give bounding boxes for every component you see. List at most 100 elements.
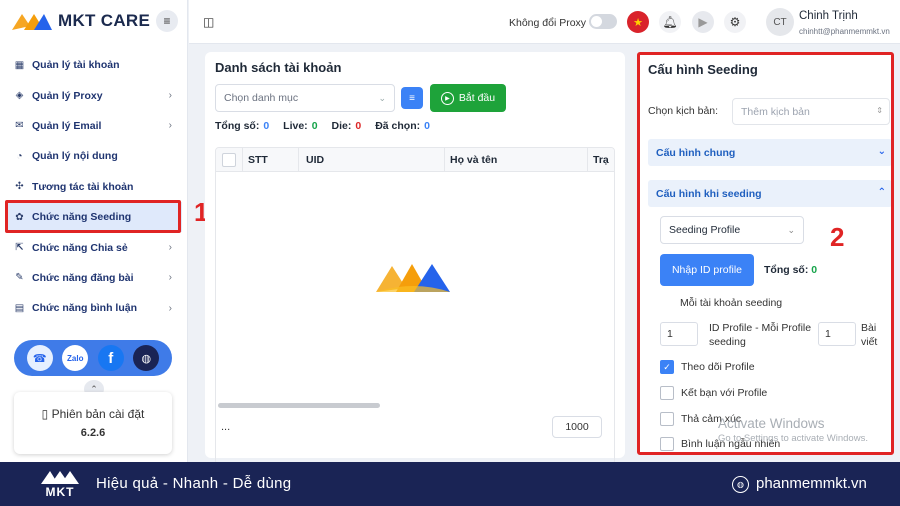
selected-value: 0 bbox=[424, 120, 430, 132]
proxy-toggle[interactable] bbox=[589, 14, 617, 29]
seeding-config-accordion[interactable]: Cấu hình khi seeding ⌃ bbox=[648, 180, 891, 207]
sidebar-item-label: Chức năng đăng bài bbox=[32, 271, 134, 284]
footer-banner: MKT Hiệu quả - Nhanh - Dễ dùng ◍ phanmem… bbox=[0, 462, 900, 506]
sidebar-item-label: Quản lý Email bbox=[32, 119, 102, 132]
sidebar-item-proxy[interactable]: ◈ Quản lý Proxy › bbox=[6, 80, 182, 110]
mkt-loading-logo-icon bbox=[376, 264, 450, 292]
bell-icon[interactable]: 🔔︎ bbox=[659, 11, 681, 33]
chevron-down-icon: ⌄ bbox=[378, 93, 386, 103]
live-value: 0 bbox=[311, 120, 318, 132]
total-label: Tổng số: bbox=[215, 120, 260, 132]
filter-button[interactable]: ≡ bbox=[401, 87, 423, 109]
layout-toggle-icon[interactable]: ◫ bbox=[203, 15, 214, 29]
annotation-box-1 bbox=[5, 200, 181, 233]
chevron-right-icon: › bbox=[168, 90, 172, 102]
checkbox[interactable] bbox=[660, 412, 674, 426]
chevron-down-icon: ⌄ bbox=[877, 146, 886, 157]
accounts-card: Danh sách tài khoản Chọn danh mục ⌄ ≡ ▶ … bbox=[205, 52, 625, 465]
brand-logo[interactable]: MKT CARE bbox=[10, 10, 150, 32]
id-per-profile-label: ID Profile - Mỗi Profile seeding bbox=[709, 322, 812, 348]
horizontal-scrollbar[interactable] bbox=[218, 403, 380, 408]
social-bar: ☎ Zalo f ◍ bbox=[14, 340, 172, 376]
mkt-footer-logo-icon bbox=[41, 471, 79, 484]
sidebar-item-comment[interactable]: ▤ Chức năng bình luận › bbox=[6, 293, 182, 323]
die-label: Die: bbox=[331, 120, 352, 132]
sidebar-item-content[interactable]: ◔ Quản lý nội dung bbox=[6, 141, 182, 171]
vietnam-flag-icon[interactable]: ★ bbox=[627, 11, 649, 33]
seeding-mode-select[interactable]: Seeding Profile ⌄ bbox=[660, 216, 804, 244]
updown-icon: ⇕ bbox=[876, 106, 883, 115]
sidebar-item-label: Tương tác tài khoản bbox=[32, 180, 134, 193]
zalo-icon[interactable]: Zalo bbox=[62, 345, 89, 371]
option-add-friend[interactable]: Kết bạn với Profile bbox=[660, 386, 767, 400]
general-config-accordion[interactable]: Cấu hình chung ⌄ bbox=[648, 139, 891, 166]
column-divider bbox=[298, 148, 299, 172]
die-value: 0 bbox=[355, 120, 362, 132]
annotation-number-2: 2 bbox=[830, 222, 845, 252]
mail-icon: ✉ bbox=[15, 120, 24, 132]
chevron-right-icon: › bbox=[168, 272, 172, 284]
topbar: ◫ Không đổi Proxy ★ 🔔︎ ▶ ⚙ CT Chinh Trịn… bbox=[189, 0, 900, 44]
sidebar-item-share[interactable]: ⇱ Chức năng Chia sẻ › bbox=[6, 232, 182, 262]
version-value: 6.2.6 bbox=[80, 427, 106, 439]
live-label: Live: bbox=[283, 120, 308, 132]
version-label: ▯ Phiên bản cài đặt bbox=[41, 407, 145, 421]
avatar[interactable]: CT bbox=[766, 8, 794, 36]
category-select[interactable]: Chọn danh mục ⌄ bbox=[215, 84, 395, 112]
column-status[interactable]: Trạ bbox=[593, 154, 609, 166]
column-uid[interactable]: UID bbox=[306, 154, 324, 166]
chevron-right-icon: › bbox=[168, 120, 172, 132]
sidebar-item-post[interactable]: ✎ Chức năng đăng bài › bbox=[6, 263, 182, 293]
sidebar-item-label: Chức năng Chia sẻ bbox=[32, 241, 128, 254]
column-stt[interactable]: STT bbox=[248, 154, 268, 166]
content-icon: ◔ bbox=[16, 150, 23, 162]
checkbox[interactable] bbox=[660, 386, 674, 400]
pagination-dots[interactable]: ... bbox=[221, 421, 230, 433]
sidebar-item-accounts[interactable]: ▦ Quản lý tài khoản bbox=[6, 50, 182, 80]
checkbox-checked[interactable]: ✓ bbox=[660, 360, 674, 374]
web-icon[interactable]: ◍ bbox=[133, 345, 160, 371]
column-divider bbox=[242, 148, 243, 172]
profile-total-label: Tổng số: bbox=[764, 264, 809, 276]
sidebar-item-email[interactable]: ✉ Quản lý Email › bbox=[6, 111, 182, 141]
play-icon[interactable]: ▶ bbox=[692, 11, 714, 33]
menu-toggle-button[interactable]: ≡ bbox=[156, 10, 178, 32]
user-name: Chinh Trịnh bbox=[799, 10, 858, 22]
footer-website[interactable]: phanmemmkt.vn bbox=[756, 475, 867, 492]
chevron-right-icon: › bbox=[168, 302, 172, 314]
seeding-mode-value: Seeding Profile bbox=[669, 224, 741, 236]
facebook-icon[interactable]: f bbox=[97, 345, 124, 371]
import-profile-button[interactable]: Nhập ID profile bbox=[660, 254, 754, 286]
sidebar-item-label: Quản lý nội dung bbox=[32, 150, 118, 163]
gear-icon[interactable]: ⚙ bbox=[724, 11, 746, 33]
select-all-checkbox[interactable] bbox=[222, 153, 236, 167]
checkbox[interactable] bbox=[660, 437, 674, 451]
sidebar-item-label: Quản lý tài khoản bbox=[32, 59, 120, 72]
start-button[interactable]: ▶ Bắt đầu bbox=[430, 84, 506, 112]
sidebar-item-interact[interactable]: ✣ Tương tác tài khoản bbox=[6, 172, 182, 202]
post-icon: ✎ bbox=[15, 272, 24, 284]
each-account-label: Mỗi tài khoản seeding bbox=[680, 297, 783, 309]
grid-icon: ▦ bbox=[14, 59, 25, 71]
seeding-config-label: Cấu hình khi seeding bbox=[656, 187, 762, 200]
sidebar-item-label: Chức năng bình luận bbox=[32, 302, 138, 315]
start-label: Bắt đầu bbox=[458, 92, 496, 104]
scenario-placeholder: Thêm kịch bản bbox=[741, 105, 810, 118]
accounts-title: Danh sách tài khoản bbox=[215, 60, 342, 75]
chevron-down-icon: ⌄ bbox=[787, 225, 795, 235]
id-per-profile-input[interactable]: 1 bbox=[660, 322, 698, 346]
posts-input[interactable]: 1 bbox=[818, 322, 856, 346]
category-placeholder: Chọn danh mục bbox=[224, 92, 299, 104]
option-follow-profile[interactable]: ✓ Theo dõi Profile bbox=[660, 360, 755, 374]
scenario-label: Chọn kịch bản: bbox=[648, 105, 719, 117]
column-divider bbox=[444, 148, 445, 172]
option-label: Theo dõi Profile bbox=[681, 361, 755, 373]
support-icon[interactable]: ☎ bbox=[26, 345, 53, 371]
profile-total-value: 0 bbox=[811, 264, 818, 276]
scenario-select[interactable]: Thêm kịch bản ⇕ bbox=[732, 98, 890, 125]
column-name[interactable]: Họ và tên bbox=[450, 154, 497, 166]
layers-icon: ◈ bbox=[15, 90, 24, 102]
page-size-input[interactable]: 1000 bbox=[552, 416, 602, 438]
posts-label: Bài viết bbox=[861, 322, 878, 348]
chevron-up-icon: ⌃ bbox=[877, 187, 886, 198]
